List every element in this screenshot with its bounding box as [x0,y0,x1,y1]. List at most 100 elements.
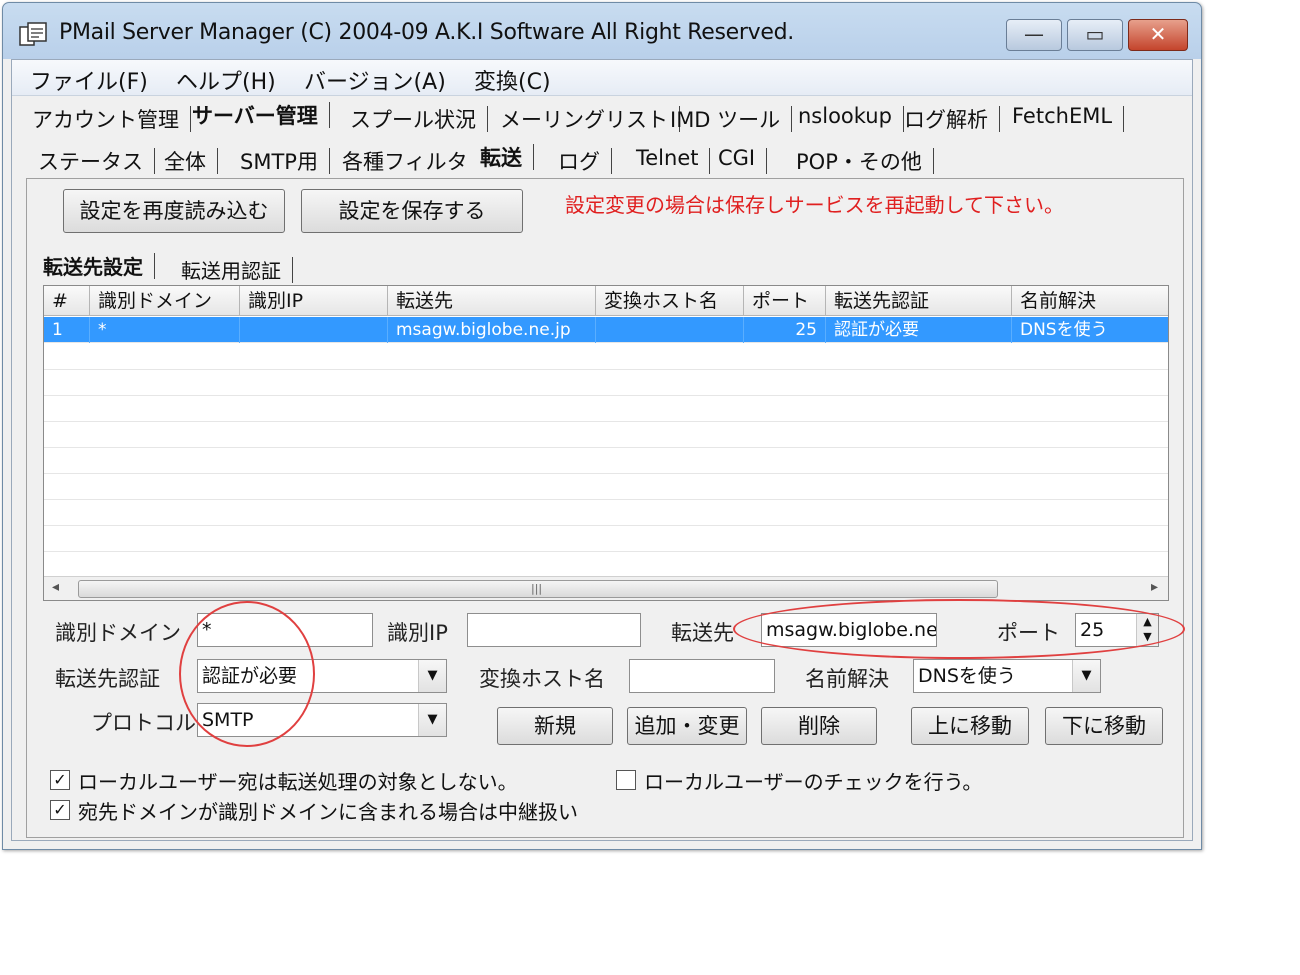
cell-number: 1 [44,317,90,343]
host-input[interactable] [629,659,775,693]
empty-row [44,500,1168,526]
tab-log-analysis[interactable]: ログ解析 [900,104,1000,134]
forward-table[interactable]: # 識別ドメイン 識別IP 転送先 変換ホスト名 ポート 転送先認証 名前解決 … [43,285,1169,601]
scroll-right-icon[interactable]: ▸ [1151,579,1158,595]
menu-convert[interactable]: 変換(C) [474,64,551,96]
domain-label: 識別ドメイン [55,621,181,645]
empty-row [44,344,1168,370]
checkmark-icon: ✓ [53,770,67,789]
menu-file[interactable]: ファイル(F) [30,64,148,96]
title-bar[interactable]: PMail Server Manager (C) 2004-09 A.K.I S… [3,3,1201,59]
menu-bar: ファイル(F) ヘルプ(H) バージョン(A) 変換(C) [12,60,1192,96]
menu-help[interactable]: ヘルプ(H) [176,64,276,96]
tab-spool[interactable]: スプール状況 [346,104,488,134]
horizontal-scrollbar[interactable]: ◂ ||| ▸ [44,576,1168,600]
menu-version[interactable]: バージョン(A) [304,64,446,96]
tab-mailing-list[interactable]: メーリングリスト [496,104,680,134]
cell-domain: * [90,317,240,343]
dropdown-arrow-icon[interactable]: ▼ [1072,660,1100,692]
auth-select[interactable]: 認証が必要 ▼ [197,659,447,693]
table-row[interactable]: 1 * msagw.biglobe.ne.jp 25 認証が必要 DNSを使う [44,317,1168,343]
close-icon: ✕ [1149,22,1167,46]
app-icon [19,22,47,46]
checkmark-icon: ✓ [53,800,67,819]
protocol-value: SMTP [202,709,254,731]
host-label: 変換ホスト名 [479,667,605,691]
cell-auth: 認証が必要 [826,317,1012,343]
protocol-label: プロトコル [91,711,196,735]
tab-general[interactable]: 全体 [160,146,218,176]
close-button[interactable]: ✕ [1128,19,1188,51]
empty-row [44,474,1168,500]
dropdown-arrow-icon[interactable]: ▼ [418,660,446,692]
tab-cgi[interactable]: CGI [714,146,768,174]
local-user-check-checkbox[interactable] [616,770,636,790]
col-number[interactable]: # [44,286,90,316]
move-down-button[interactable]: 下に移動 [1045,707,1163,745]
minimize-icon: — [1024,22,1044,46]
tab-forward-settings[interactable]: 転送先設定 [39,251,155,280]
save-settings-button[interactable]: 設定を保存する [301,189,523,233]
tab-nslookup[interactable]: nslookup [794,104,904,132]
move-up-button[interactable]: 上に移動 [911,707,1029,745]
auth-label: 転送先認証 [55,667,160,691]
cell-port: 25 [744,317,826,343]
delete-button[interactable]: 削除 [761,707,877,745]
main-tab-strip: アカウント管理 サーバー管理 スプール状況 メーリングリスト IMD ツール n… [12,98,1192,138]
forward-panel: 設定を再度読み込む 設定を保存する 設定変更の場合は保存しサービスを再起動して下… [26,178,1185,838]
new-button[interactable]: 新規 [497,707,613,745]
col-port[interactable]: ポート [744,286,826,316]
ip-input[interactable] [467,613,641,647]
relay-domain-checkbox[interactable]: ✓ [50,800,70,820]
col-auth[interactable]: 転送先認証 [826,286,1012,316]
protocol-select[interactable]: SMTP ▼ [197,703,447,737]
tab-status[interactable]: ステータス [34,146,155,176]
scroll-left-icon[interactable]: ◂ [52,579,59,595]
col-resolve[interactable]: 名前解決 [1012,286,1168,316]
col-dest[interactable]: 転送先 [388,286,596,316]
col-ip[interactable]: 識別IP [240,286,388,316]
local-user-exclude-label: ローカルユーザー宛は転送処理の対象としない。 [78,770,518,794]
sub-tab-strip: ステータス 全体 SMTP用 各種フィルタ 転送 ログ Telnet CGI P… [12,140,1192,180]
main-window: PMail Server Manager (C) 2004-09 A.K.I S… [2,2,1202,850]
tab-imd-tool[interactable]: IMD ツール [666,104,793,134]
dropdown-arrow-icon[interactable]: ▼ [418,704,446,736]
port-stepper[interactable]: 25 ▲ ▼ [1075,613,1159,647]
spin-arrows-icon[interactable]: ▲ ▼ [1136,614,1158,646]
maximize-icon: ▭ [1085,22,1105,46]
port-value: 25 [1080,619,1105,641]
tab-log[interactable]: ログ [554,146,612,176]
tab-forward[interactable]: 転送 [476,142,534,172]
reload-settings-button[interactable]: 設定を再度読み込む [63,189,285,233]
empty-row [44,422,1168,448]
auth-value: 認証が必要 [202,665,298,687]
cell-resolve: DNSを使う [1012,317,1168,343]
resolve-label: 名前解決 [805,667,889,691]
col-host[interactable]: 変換ホスト名 [596,286,744,316]
tab-account[interactable]: アカウント管理 [28,104,191,134]
minimize-button[interactable]: — [1006,19,1062,51]
col-domain[interactable]: 識別ドメイン [90,286,240,316]
grip-icon: ||| [531,582,543,595]
tab-server[interactable]: サーバー管理 [188,100,330,130]
empty-row [44,396,1168,422]
empty-row [44,448,1168,474]
resolve-select[interactable]: DNSを使う ▼ [913,659,1101,693]
maximize-button[interactable]: ▭ [1067,19,1123,51]
add-change-button[interactable]: 追加・変更 [627,707,747,745]
tab-forward-auth[interactable]: 転送用認証 [177,255,293,284]
scroll-thumb[interactable]: ||| [78,580,998,598]
tab-telnet[interactable]: Telnet [632,146,712,174]
cell-ip [240,317,388,343]
domain-input[interactable]: * [197,613,373,647]
empty-row [44,370,1168,396]
local-user-exclude-checkbox[interactable]: ✓ [50,770,70,790]
tab-fetcheml[interactable]: FetchEML [1008,104,1125,132]
tab-pop-other[interactable]: POP・その他 [792,146,934,176]
dest-input[interactable]: msagw.biglobe.ne.j [761,613,937,647]
resolve-value: DNSを使う [918,665,1016,687]
empty-row [44,526,1168,552]
tab-filters[interactable]: 各種フィルタ [338,146,472,176]
dest-label: 転送先 [671,621,734,645]
tab-smtp[interactable]: SMTP用 [236,146,330,176]
